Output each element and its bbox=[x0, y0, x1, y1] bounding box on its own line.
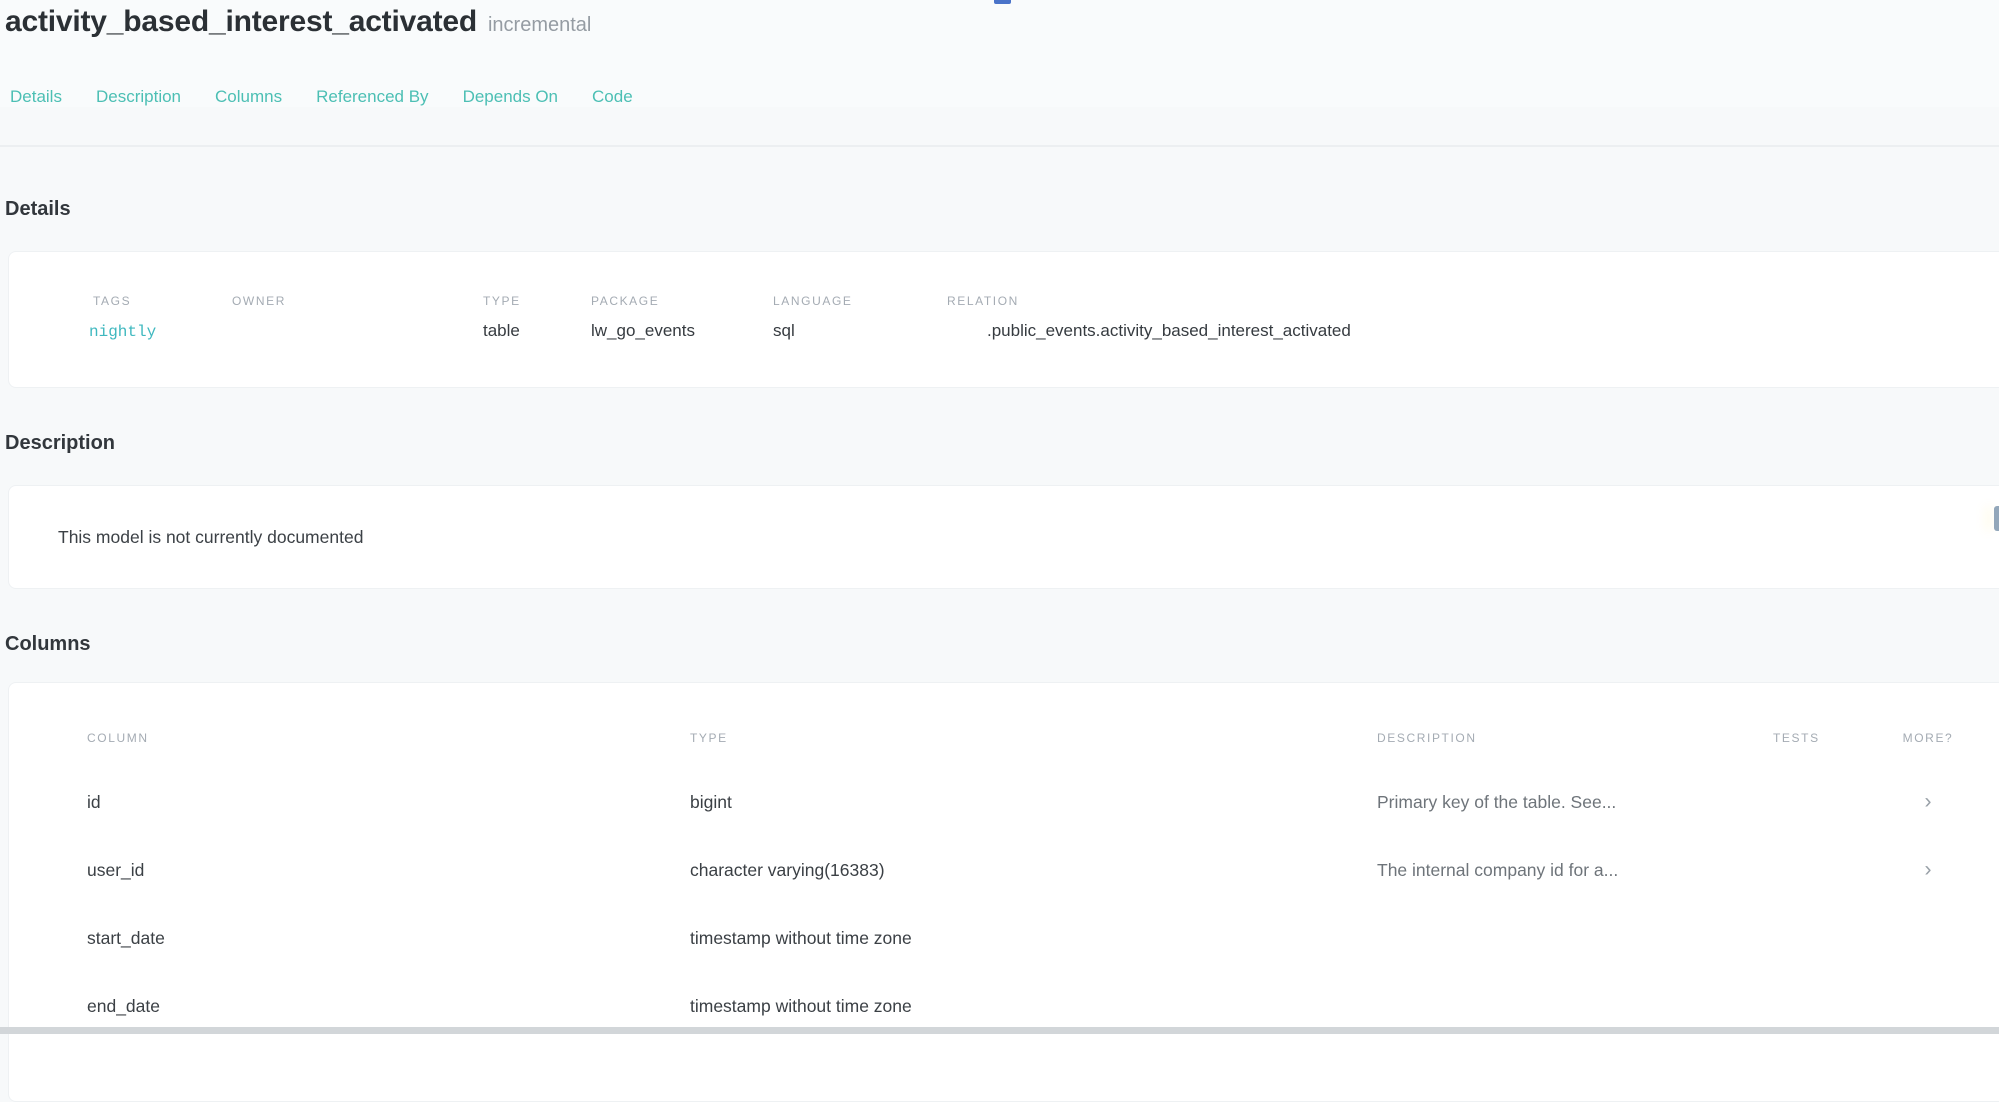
details-section-heading: Details bbox=[5, 196, 1999, 222]
details-card: TAGS nightly OWNER TYPE table PACKAGE lw… bbox=[8, 251, 1999, 388]
table-row-user-id[interactable]: user_id character varying(16383) The int… bbox=[87, 836, 1999, 904]
relation-value: .public_events.activity_based_interest_a… bbox=[947, 320, 1999, 342]
header-description: DESCRIPTION bbox=[1377, 731, 1773, 745]
field-type: TYPE table bbox=[483, 294, 591, 343]
header-more: MORE? bbox=[1888, 731, 1968, 745]
page-title: activity_based_interest_activated bbox=[5, 3, 477, 41]
type-value: table bbox=[483, 320, 591, 342]
table-row-id[interactable]: id bigint Primary key of the table. See.… bbox=[87, 768, 1999, 836]
chevron-right-icon[interactable]: › bbox=[1888, 792, 1968, 812]
model-header: activity_based_interest_activated increm… bbox=[0, 0, 1999, 107]
description-section-heading: Description bbox=[5, 430, 1999, 456]
column-name: user_id bbox=[87, 860, 690, 881]
field-language: LANGUAGE sql bbox=[773, 294, 947, 343]
relation-label: RELATION bbox=[947, 294, 1999, 308]
header-tests: TESTS bbox=[1773, 731, 1888, 745]
clipped-top-fragment bbox=[994, 0, 1011, 4]
section-nav: Details Description Columns Referenced B… bbox=[5, 86, 1999, 107]
header-type: TYPE bbox=[690, 731, 1377, 745]
tab-referenced-by[interactable]: Referenced By bbox=[316, 86, 428, 107]
column-type: timestamp without time zone bbox=[690, 996, 1377, 1017]
table-row-start-date[interactable]: start_date timestamp without time zone bbox=[87, 904, 1999, 972]
columns-card: COLUMN TYPE DESCRIPTION TESTS MORE? id b… bbox=[8, 682, 1999, 1102]
columns-section-heading: Columns bbox=[5, 631, 1999, 657]
tab-code[interactable]: Code bbox=[592, 86, 633, 107]
column-type: character varying(16383) bbox=[690, 860, 1377, 881]
owner-label: OWNER bbox=[232, 294, 483, 308]
chevron-right-icon[interactable]: › bbox=[1888, 860, 1968, 880]
tab-columns[interactable]: Columns bbox=[215, 86, 282, 107]
header-divider bbox=[0, 145, 1999, 147]
column-description: Primary key of the table. See... bbox=[1377, 792, 1773, 813]
field-tags: TAGS nightly bbox=[93, 294, 232, 343]
language-value: sql bbox=[773, 320, 947, 342]
materialization-badge: incremental bbox=[488, 14, 591, 37]
column-name: end_date bbox=[87, 996, 690, 1017]
tags-label: TAGS bbox=[93, 294, 232, 308]
package-label: PACKAGE bbox=[591, 294, 773, 308]
tab-details[interactable]: Details bbox=[10, 86, 62, 107]
tag-link-nightly[interactable]: nightly bbox=[89, 323, 156, 341]
column-description: The internal company id for a... bbox=[1377, 860, 1773, 881]
column-name: start_date bbox=[87, 928, 690, 949]
description-text: This model is not currently documented bbox=[58, 525, 1999, 549]
field-package: PACKAGE lw_go_events bbox=[591, 294, 773, 343]
tab-depends-on[interactable]: Depends On bbox=[463, 86, 558, 107]
column-type: timestamp without time zone bbox=[690, 928, 1377, 949]
field-relation: RELATION .public_events.activity_based_i… bbox=[947, 294, 1999, 343]
description-card: This model is not currently documented bbox=[8, 485, 1999, 589]
type-label: TYPE bbox=[483, 294, 591, 308]
clipped-right-fragment bbox=[1994, 506, 1999, 531]
columns-table-header: COLUMN TYPE DESCRIPTION TESTS MORE? bbox=[87, 731, 1999, 745]
language-label: LANGUAGE bbox=[773, 294, 947, 308]
column-name: id bbox=[87, 792, 690, 813]
field-owner: OWNER bbox=[232, 294, 483, 343]
columns-table-body: id bigint Primary key of the table. See.… bbox=[87, 768, 1999, 1040]
window-bottom-edge bbox=[0, 1027, 1999, 1034]
package-value: lw_go_events bbox=[591, 320, 773, 342]
header-column: COLUMN bbox=[87, 731, 690, 745]
column-type: bigint bbox=[690, 792, 1377, 813]
tab-description[interactable]: Description bbox=[96, 86, 181, 107]
